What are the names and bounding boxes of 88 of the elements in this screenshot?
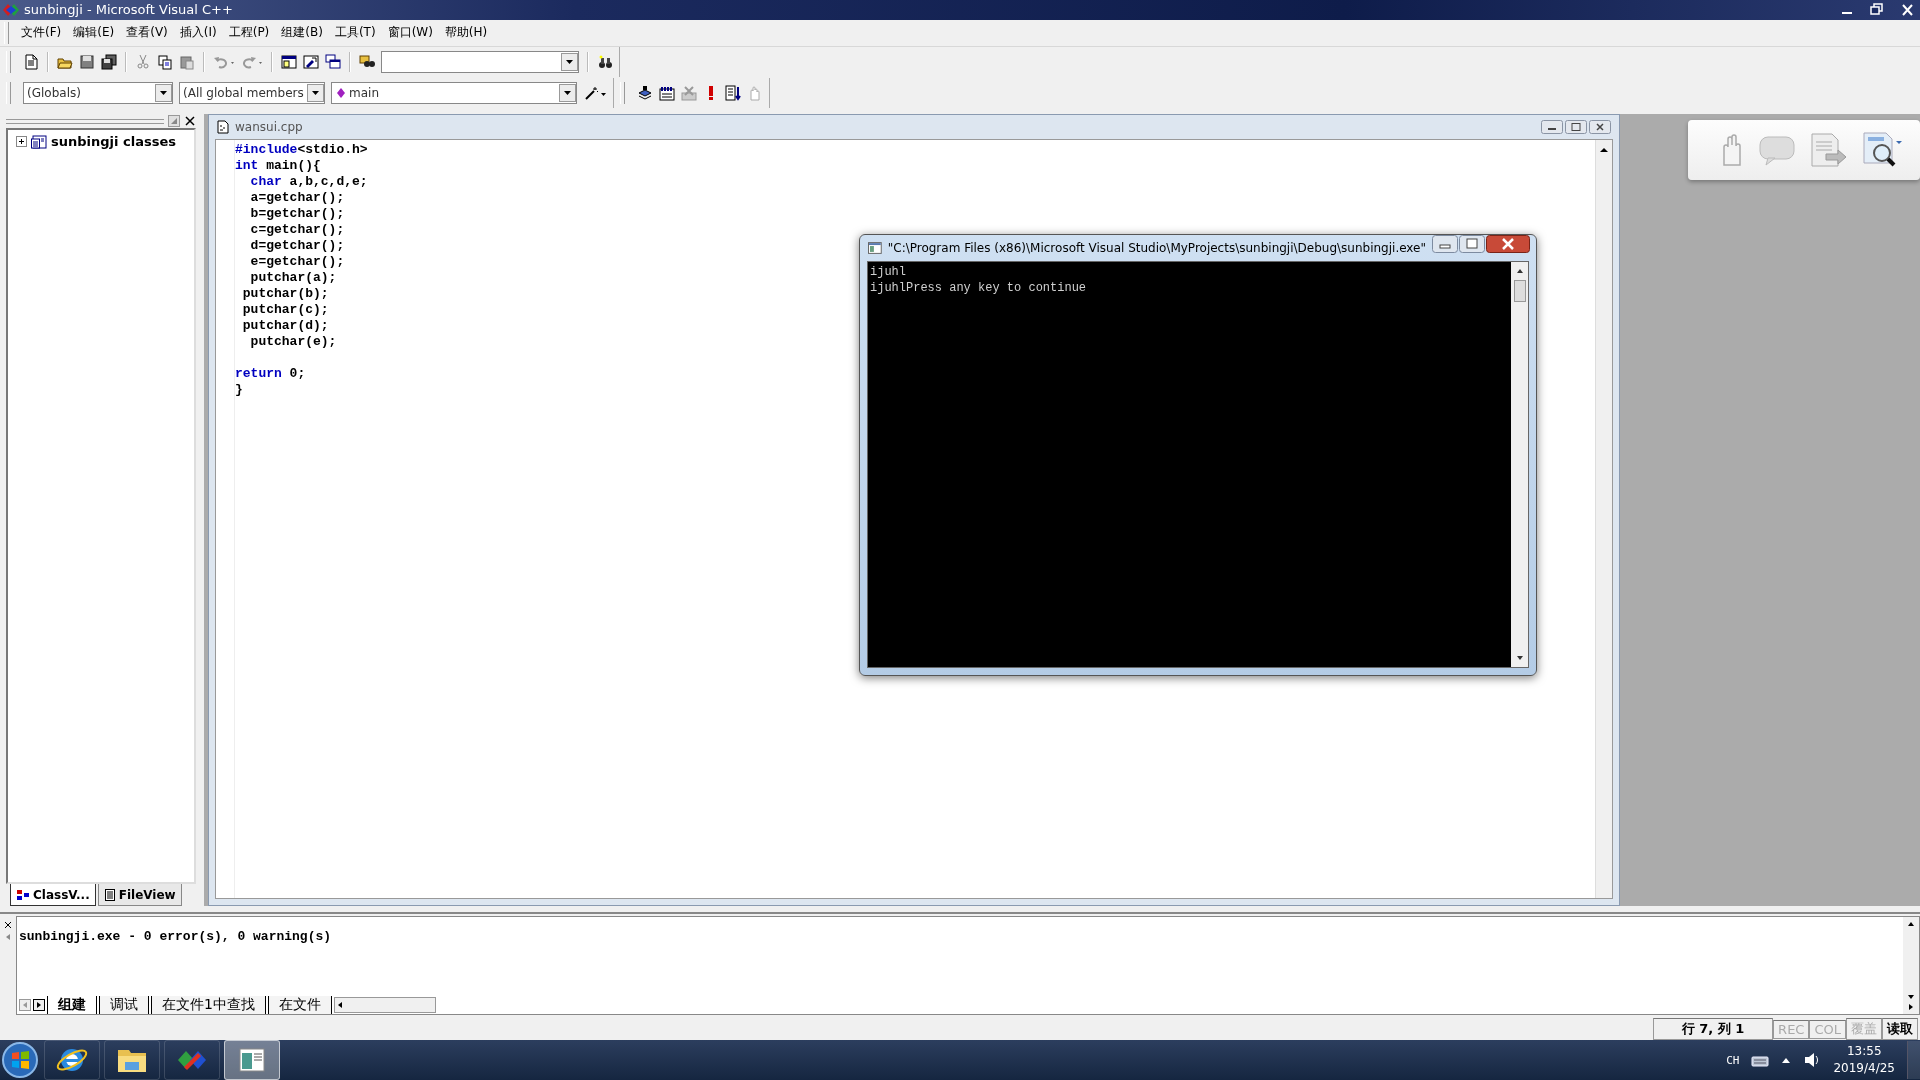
close-icon[interactable] [1589, 120, 1611, 135]
menu-item[interactable]: 帮助(H) [438, 24, 494, 42]
output-line: sunbingji.exe - 0 error(s), 0 warning(s) [19, 929, 332, 944]
menu-item[interactable]: 组建(B) [275, 24, 329, 42]
code-line: putchar(b); [241, 286, 329, 303]
close-icon[interactable] [1486, 235, 1530, 254]
diamond-icon [336, 87, 346, 100]
panel-tab[interactable]: 在文件1中查找 [151, 996, 266, 1014]
close-icon[interactable] [3, 920, 13, 930]
minimize-icon[interactable] [1541, 120, 1563, 135]
window-title: sunbingji - Microsoft Visual C++ [24, 2, 233, 18]
code-line: b=getchar(); [249, 206, 345, 223]
clock-time[interactable]: 13:55 [1846, 1043, 1882, 1060]
menu-item[interactable]: 插入(I) [173, 24, 223, 42]
code-line: putchar(e); [249, 334, 337, 351]
tree-item[interactable]: sunbingji classes [51, 134, 176, 150]
menu-item[interactable]: 查看(V) [120, 24, 174, 42]
save-all-icon[interactable] [101, 54, 117, 71]
panel-tab[interactable]: 调试 [99, 996, 149, 1014]
status-indicator: COL [1809, 1019, 1846, 1039]
code-line: putchar(a); [249, 270, 337, 287]
classes-icon [31, 134, 47, 149]
copy-icon[interactable] [157, 54, 173, 71]
maximize-icon[interactable] [1565, 120, 1587, 135]
code-line: c=getchar(); [249, 222, 345, 239]
binoculars-icon[interactable] [597, 54, 613, 71]
clock-date[interactable]: 2019/4/25 [1833, 1060, 1895, 1077]
vertical-scrollbar[interactable] [1511, 262, 1528, 668]
code-line: putchar(d); [241, 318, 329, 335]
code-line: #include<stdio.h> [235, 142, 368, 159]
paste-icon[interactable] [179, 54, 195, 71]
menu-item[interactable]: 编辑(E) [67, 24, 121, 42]
code-line: e=getchar(); [249, 254, 345, 271]
class-combo[interactable]: (Globals) [23, 82, 173, 105]
panel-tab[interactable]: FileView [97, 884, 182, 906]
function-combo[interactable]: main [331, 82, 577, 105]
console-line: ijuhl [870, 264, 906, 281]
tray-expand-icon[interactable] [1781, 1056, 1792, 1064]
status-indicator: 覆盖 [1846, 1018, 1882, 1040]
tab-scroll-right-icon[interactable] [33, 999, 45, 1011]
window-list-icon[interactable] [325, 54, 341, 71]
menu-item[interactable]: 工具(T) [328, 24, 382, 42]
file-view-icon [103, 888, 116, 901]
horizontal-scrollbar[interactable] [333, 997, 436, 1013]
document-title: wansui.cpp [235, 120, 303, 135]
code-line: putchar(c); [241, 302, 329, 319]
window-title: "C:\Program Files (x86)\Microsoft Visual Studio\MyProjects\sunbingji\Debug\sunbingji.exe" [887, 241, 1426, 256]
code-line: int main(){ [235, 158, 321, 175]
code-line: a=getchar(); [249, 190, 345, 207]
magic-wand-icon[interactable] [583, 85, 607, 102]
panel-tab[interactable]: 在文件 [267, 996, 332, 1014]
code-line: return 0; [235, 366, 306, 383]
keyboard-icon[interactable] [1751, 1053, 1770, 1067]
console-line: ijuhlPress any key to continue [870, 280, 1087, 297]
maximize-icon[interactable] [1459, 235, 1485, 254]
workspace-icon[interactable] [281, 54, 297, 71]
vertical-scrollbar[interactable] [1903, 917, 1919, 1014]
console-icon [868, 242, 882, 255]
code-line: d=getchar(); [249, 238, 345, 255]
start-button-icon[interactable] [0, 1040, 40, 1080]
expand-toggle-icon[interactable] [16, 136, 27, 148]
status-indicator: 行 7, 列 1 [1653, 1018, 1774, 1040]
build-icon[interactable] [659, 85, 675, 102]
class-view-icon [16, 888, 30, 901]
status-indicator: REC [1773, 1019, 1810, 1039]
status-indicator: 读取 [1882, 1018, 1918, 1040]
taskbar-button[interactable] [104, 1040, 160, 1080]
output-window-icon[interactable] [303, 54, 319, 71]
taskbar-button[interactable] [44, 1040, 100, 1080]
code-line: } [235, 382, 243, 399]
menu-item[interactable]: 文件(F) [15, 24, 68, 42]
panel-tab[interactable]: 组建 [47, 996, 97, 1014]
close-icon[interactable] [184, 115, 196, 128]
source-file-icon [217, 120, 229, 135]
members-combo[interactable]: (All global members [179, 82, 325, 105]
scrollbar-thumb[interactable] [1513, 280, 1526, 303]
code-line: char a,b,c,d,e; [249, 174, 368, 191]
new-file-icon[interactable] [23, 54, 39, 71]
vertical-scrollbar[interactable] [1595, 140, 1612, 898]
menu-item[interactable]: 窗口(W) [381, 24, 439, 42]
cut-icon[interactable] [135, 54, 151, 71]
panel-tab[interactable]: ClassV... [10, 884, 96, 906]
language-indicator[interactable]: CH [1726, 1053, 1740, 1067]
app-logo-icon [2, 2, 20, 17]
menu-item[interactable]: 工程(P) [222, 24, 276, 42]
compile-icon[interactable] [637, 85, 653, 102]
go-icon[interactable] [725, 85, 741, 102]
save-icon[interactable] [79, 54, 95, 71]
